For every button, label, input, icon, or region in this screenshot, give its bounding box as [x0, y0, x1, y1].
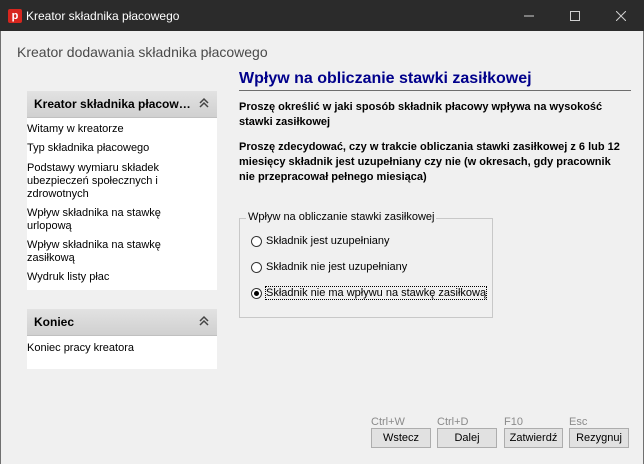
- heading-divider: [239, 90, 631, 91]
- next-button[interactable]: Dalej: [437, 428, 497, 448]
- sidebar-step-contribution-basis[interactable]: Podstawy wymiaru składek ubezpieczeń spo…: [27, 162, 177, 201]
- wizard-title: Kreator dodawania składnika płacowego: [17, 44, 268, 60]
- sidebar-step-welcome[interactable]: Witamy w kreatorze: [27, 123, 177, 136]
- sidebar-panel-end: Koniec: [27, 309, 217, 369]
- next-shortcut: Ctrl+D: [437, 416, 469, 428]
- benefit-rate-groupbox: Wpływ na obliczanie stawki zasiłkowej Sk…: [239, 211, 493, 318]
- sidebar-step-leave-rate[interactable]: Wpływ składnika na stawkę urlopową: [27, 207, 177, 233]
- cancel-button[interactable]: Rezygnuj: [569, 428, 629, 448]
- back-shortcut: Ctrl+W: [371, 416, 405, 428]
- radio-option-not-supplemented[interactable]: Składnik nie jest uzupełniany: [251, 261, 407, 273]
- groupbox-legend: Wpływ na obliczanie stawki zasiłkowej: [246, 211, 437, 223]
- confirm-button[interactable]: Zatwierdź: [504, 428, 563, 448]
- close-button[interactable]: [598, 0, 644, 31]
- close-icon: [616, 10, 626, 21]
- sidebar-panel-title: Kreator składnika płacow…: [34, 97, 191, 111]
- radio-option-supplemented[interactable]: Składnik jest uzupełniany: [251, 235, 390, 247]
- collapse-chevron-icon[interactable]: [197, 96, 211, 110]
- sidebar-panel-header[interactable]: Koniec: [27, 309, 217, 336]
- instruction-paragraph-2: Proszę zdecydować, czy w trakcie oblicza…: [239, 141, 620, 183]
- confirm-shortcut: F10: [504, 416, 523, 428]
- page-heading: Wpływ na obliczanie stawki zasiłkowej: [239, 70, 532, 87]
- window-body: Kreator dodawania składnika płacowego Kr…: [0, 31, 644, 464]
- sidebar-step-finish[interactable]: Koniec pracy kreatora: [27, 342, 177, 355]
- sidebar-step-benefit-rate[interactable]: Wpływ składnika na stawkę zasiłkową: [27, 239, 177, 265]
- minimize-icon: [524, 15, 534, 16]
- radio-label: Składnik nie jest uzupełniany: [266, 261, 408, 273]
- radio-button-selected[interactable]: [251, 287, 262, 299]
- maximize-button[interactable]: [552, 0, 598, 31]
- window-title: Kreator składnika płacowego: [26, 9, 180, 23]
- sidebar-panel-header[interactable]: Kreator składnika płacow…: [27, 91, 217, 118]
- title-bar: p Kreator składnika płacowego: [0, 0, 644, 31]
- collapse-chevron-icon[interactable]: [197, 314, 211, 328]
- minimize-button[interactable]: [506, 0, 552, 31]
- radio-label: Składnik nie ma wpływu na stawkę zasiłko…: [264, 286, 488, 300]
- radio-label: Składnik jest uzupełniany: [266, 235, 390, 247]
- sidebar-panel-title: Koniec: [34, 315, 75, 329]
- radio-button[interactable]: [251, 235, 262, 247]
- app-icon: p: [8, 9, 22, 23]
- radio-button[interactable]: [251, 261, 262, 273]
- sidebar-step-payroll-print[interactable]: Wydruk listy płac: [27, 271, 177, 284]
- cancel-shortcut: Esc: [569, 416, 588, 428]
- maximize-icon: [570, 10, 580, 21]
- sidebar-step-type[interactable]: Typ składnika płacowego: [27, 142, 177, 155]
- radio-option-no-impact[interactable]: Składnik nie ma wpływu na stawkę zasiłko…: [251, 286, 488, 300]
- instruction-paragraph-1: Proszę określić w jaki sposób składnik p…: [239, 101, 603, 128]
- back-button[interactable]: Wstecz: [371, 428, 431, 448]
